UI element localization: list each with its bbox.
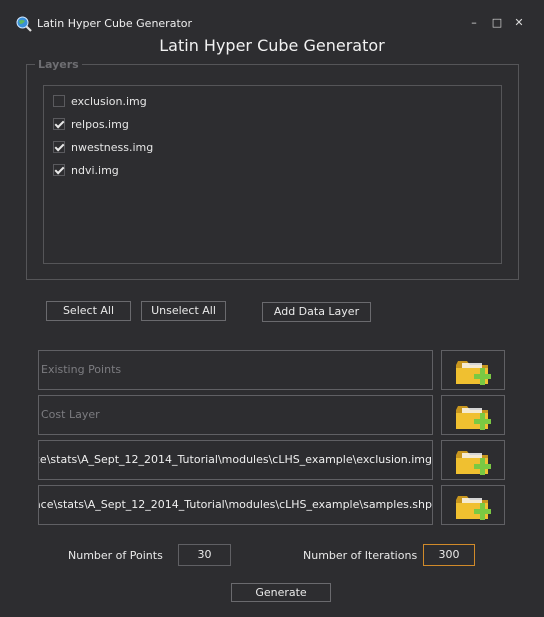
samples-output-field[interactable]: WorkSpace\stats\A_Sept_12_2014_Tutorial\… bbox=[38, 485, 433, 525]
window-title: Latin Hyper Cube Generator bbox=[37, 17, 193, 30]
existing-points-field[interactable]: Existing Points bbox=[38, 350, 433, 390]
samples-output-browse-button[interactable] bbox=[441, 485, 505, 525]
unselect-all-button[interactable]: Unselect All bbox=[141, 301, 226, 321]
layer-label: relpos.img bbox=[71, 117, 129, 131]
layer-checkbox[interactable] bbox=[53, 164, 65, 176]
folder-add-icon bbox=[456, 361, 491, 385]
layer-label: exclusion.img bbox=[71, 94, 147, 108]
list-item[interactable]: ndvi.img bbox=[53, 162, 119, 178]
layer-checkbox[interactable] bbox=[53, 95, 65, 107]
folder-add-icon bbox=[456, 496, 491, 520]
list-item[interactable]: exclusion.img bbox=[53, 93, 147, 109]
list-item[interactable]: nwestness.img bbox=[53, 139, 153, 155]
layer-label: nwestness.img bbox=[71, 140, 154, 154]
number-of-points-input[interactable]: 30 bbox=[178, 544, 231, 566]
add-data-layer-button[interactable]: Add Data Layer bbox=[262, 302, 371, 322]
cost-layer-browse-button[interactable] bbox=[441, 395, 505, 435]
list-item[interactable]: relpos.img bbox=[53, 116, 129, 132]
existing-points-browse-button[interactable] bbox=[441, 350, 505, 390]
close-button[interactable]: ✕ bbox=[511, 15, 527, 31]
generate-button[interactable]: Generate bbox=[231, 583, 331, 602]
number-of-points-label: Number of Points bbox=[68, 549, 163, 562]
layers-group-title: Layers bbox=[35, 58, 82, 71]
maximize-button[interactable]: □ bbox=[489, 15, 505, 31]
exclusion-path-text: WorkSpace\stats\A_Sept_12_2014_Tutorial\… bbox=[39, 453, 432, 466]
layer-label: ndvi.img bbox=[71, 163, 119, 177]
folder-add-icon bbox=[456, 406, 491, 430]
number-of-iterations-label: Number of Iterations bbox=[303, 549, 418, 562]
select-all-button[interactable]: Select All bbox=[46, 301, 131, 321]
samples-path-text: WorkSpace\stats\A_Sept_12_2014_Tutorial\… bbox=[39, 498, 432, 511]
layer-checkbox[interactable] bbox=[53, 118, 65, 130]
exclusion-layer-browse-button[interactable] bbox=[441, 440, 505, 480]
globe-magnifier-icon bbox=[16, 16, 32, 32]
folder-add-icon bbox=[456, 451, 491, 475]
cost-layer-field[interactable]: Cost Layer bbox=[38, 395, 433, 435]
number-of-iterations-input[interactable]: 300 bbox=[423, 544, 475, 566]
minimize-button[interactable]: – bbox=[466, 15, 482, 31]
page-title: Latin Hyper Cube Generator bbox=[159, 36, 385, 55]
exclusion-layer-field[interactable]: WorkSpace\stats\A_Sept_12_2014_Tutorial\… bbox=[38, 440, 433, 480]
layer-checkbox[interactable] bbox=[53, 141, 65, 153]
